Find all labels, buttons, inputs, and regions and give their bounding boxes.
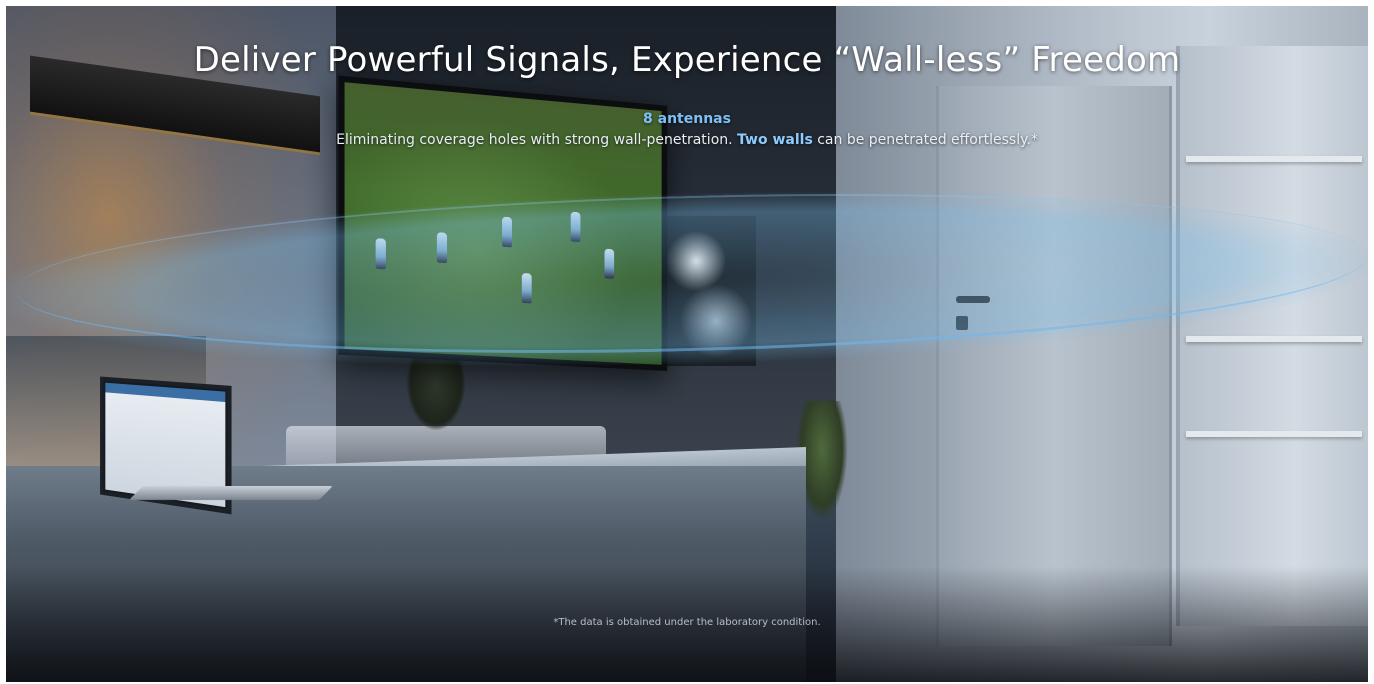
description-highlight: Two walls [737,132,813,148]
door [936,86,1172,646]
shelf [1186,156,1362,162]
page-title: Deliver Powerful Signals, Experience “Wa… [193,40,1181,80]
feature-description: Eliminating coverage holes with strong w… [0,132,1374,148]
shelf [1186,431,1362,437]
disclaimer-footnote: *The data is obtained under the laborato… [553,617,821,628]
shelf [1186,336,1362,342]
feature-label: 8 antennas [643,111,731,127]
description-text: Eliminating coverage holes with strong w… [336,132,738,148]
description-text-end: can be penetrated effortlessly.* [812,132,1038,148]
laptop-keyboard [129,486,333,500]
room-background-image [6,6,1368,682]
hero-banner [6,6,1368,682]
